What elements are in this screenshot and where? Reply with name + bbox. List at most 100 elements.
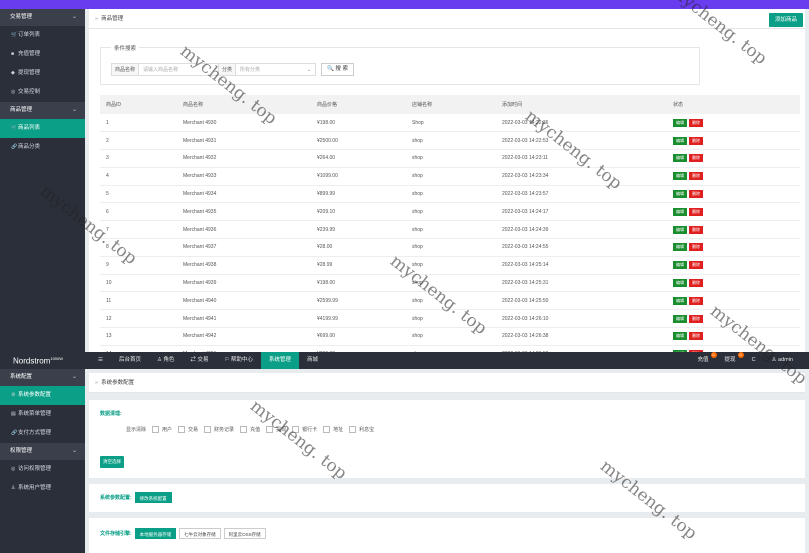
delete-button[interactable]: 删除	[689, 136, 703, 145]
delete-button[interactable]: 删除	[689, 172, 703, 181]
delete-button[interactable]: 删除	[689, 225, 703, 234]
goods-name-input[interactable]: 请输入商品名称	[139, 62, 220, 76]
delete-button[interactable]: 删除	[689, 154, 703, 163]
status-cell: 编辑删除	[667, 220, 800, 240]
delete-button[interactable]: 删除	[689, 190, 703, 199]
category-select[interactable]: 所有分类 ⌄	[236, 62, 317, 76]
link-icon: 🔗	[11, 144, 18, 150]
table-cell: Merchant 4936	[177, 220, 311, 240]
nav-trade[interactable]: ⇄ 交易	[182, 352, 216, 369]
table-row: 11 Merchant 4940 ¥2599.99 shop 2022-03-03 14…	[100, 291, 800, 311]
nav-help[interactable]: ⚐ 帮助中心	[216, 352, 260, 369]
delete-button[interactable]: 删除	[689, 243, 703, 252]
sidebar-section-config[interactable]: 系统配置 ⌄	[0, 369, 85, 386]
table-cell: ¥28.99	[311, 256, 406, 275]
status-cell: 编辑删除	[667, 238, 800, 257]
tab-modify-config[interactable]: 修改系统配置	[134, 492, 172, 503]
table-row: 6 Merchant 4935 ¥209.10 shop 2022-03-03 14:2…	[100, 202, 800, 222]
delete-button[interactable]: 删除	[689, 314, 703, 323]
sidebar-item-label: 访问权限管理	[18, 466, 52, 472]
checkbox[interactable]	[152, 426, 160, 433]
delete-button[interactable]: 删除	[689, 296, 703, 305]
checkbox[interactable]	[266, 426, 274, 433]
edit-button[interactable]: 编辑	[673, 136, 687, 145]
menu-toggle-icon[interactable]: ☰	[90, 352, 111, 369]
sidebar-item[interactable]: ■ 充值管理	[0, 45, 85, 64]
sidebar-item[interactable]: ⚙ 系统参数配置	[0, 386, 85, 405]
recharge-link[interactable]: 充值 0	[690, 352, 717, 369]
table-cell: ¥239.99	[311, 220, 406, 240]
table-cell: shop	[406, 238, 496, 257]
nav-home[interactable]: 后台首页	[111, 352, 149, 369]
sidebar-item[interactable]: ◎ 访问权限管理	[0, 460, 85, 479]
edit-button[interactable]: 编辑	[673, 279, 687, 288]
edit-button[interactable]: 编辑	[673, 243, 687, 252]
delete-button[interactable]: 删除	[689, 207, 703, 216]
table-cell: shop	[406, 131, 496, 151]
delete-button[interactable]: 删除	[689, 118, 703, 127]
column-header: 添加时间	[496, 95, 667, 114]
checkbox[interactable]	[240, 426, 248, 433]
nav-role[interactable]: ♙ 角色	[149, 352, 182, 369]
table-row: 9 Merchant 4938 ¥28.99 shop 2022-03-03 14:25…	[100, 256, 800, 275]
sidebar-item-label: 支付方式管理	[18, 430, 52, 436]
sidebar-system: 系统配置 ⌄ ⚙ 系统参数配置 ▤ 系统菜单管理 🔗支付方式管理 权限管理 ⌄ ◎ 访问权限管…	[0, 369, 85, 553]
sidebar-item[interactable]: ◆ 提现管理	[0, 64, 85, 83]
access-icon: ◎	[11, 466, 16, 472]
edit-button[interactable]: 编辑	[673, 261, 687, 270]
checkbox-label: 交易	[188, 427, 199, 433]
withdraw-link[interactable]: 提现 0	[717, 352, 744, 369]
table-cell: Merchant 4933	[177, 167, 311, 186]
table-row: 8 Merchant 4937 ¥28.00 shop 2022-03-03 14:24…	[100, 238, 800, 257]
status-cell: 编辑删除	[667, 114, 800, 133]
table-cell: 5	[100, 185, 177, 204]
chevron-down-icon: ⌄	[71, 448, 77, 454]
status-cell: 编辑删除	[667, 274, 800, 293]
edit-button[interactable]: 编辑	[673, 314, 687, 323]
table-cell: 2022-03-03 14:24:55	[496, 238, 667, 257]
sidebar-item[interactable]: 🔗支付方式管理	[0, 424, 85, 443]
checkbox[interactable]	[204, 426, 212, 433]
sidebar-section-permission[interactable]: 权限管理 ⌄	[0, 443, 85, 460]
edit-button[interactable]: 编辑	[673, 118, 687, 127]
sidebar-item[interactable]: 🔗商品分类	[0, 138, 85, 157]
status-cell: 编辑删除	[667, 309, 800, 329]
search-button[interactable]: 🔍 搜 索	[321, 62, 354, 76]
delete-button[interactable]: 删除	[689, 261, 703, 270]
edit-button[interactable]: 编辑	[673, 190, 687, 199]
add-goods-button[interactable]: 添加商品	[768, 13, 803, 27]
sidebar-section-goods[interactable]: 商品管理 ⌄	[0, 102, 85, 119]
table-cell: Shop	[406, 114, 496, 133]
refresh-icon[interactable]: C	[744, 352, 764, 369]
edit-button[interactable]: 编辑	[673, 172, 687, 181]
edit-button[interactable]: 编辑	[673, 207, 687, 216]
delete-button[interactable]: 删除	[689, 279, 703, 288]
sidebar-item[interactable]: ♙ 系统用户管理	[0, 479, 85, 498]
edit-button[interactable]: 编辑	[673, 225, 687, 234]
storage-tab[interactable]: 本地服务器存储	[134, 528, 177, 539]
checkbox[interactable]	[292, 426, 300, 433]
edit-button[interactable]: 编辑	[673, 332, 687, 341]
clear-selection-button[interactable]: 清空选择	[100, 456, 124, 468]
edit-button[interactable]: 编辑	[673, 296, 687, 305]
table-cell: 2	[100, 131, 177, 151]
user-menu[interactable]: ♙ admin	[764, 352, 801, 369]
user-icon: ♙	[11, 485, 16, 491]
sidebar-item[interactable]: 🛒商品列表	[0, 119, 85, 138]
nav-mall[interactable]: 商城	[299, 352, 326, 369]
nav-system[interactable]: 系统管理	[260, 352, 299, 369]
storage-tab[interactable]: 阿里云OSS存储	[223, 528, 266, 539]
table-cell: 2022-03-03 14:22:53	[496, 131, 667, 151]
sidebar-item[interactable]: 🛒订单列表	[0, 26, 85, 45]
checkbox[interactable]	[349, 426, 357, 433]
storage-tab[interactable]: 七牛云对象存储	[179, 528, 221, 539]
checkbox[interactable]	[178, 426, 186, 433]
sidebar-section-trade[interactable]: 交易管理 ⌄	[0, 9, 85, 26]
table-cell: 12	[100, 309, 177, 329]
delete-button[interactable]: 删除	[689, 332, 703, 341]
sidebar-item[interactable]: ◎ 交易控制	[0, 83, 85, 102]
checkbox[interactable]	[323, 426, 331, 433]
sidebar-item[interactable]: ▤ 系统菜单管理	[0, 405, 85, 424]
edit-button[interactable]: 编辑	[673, 154, 687, 163]
status-cell: 编辑删除	[667, 185, 800, 204]
